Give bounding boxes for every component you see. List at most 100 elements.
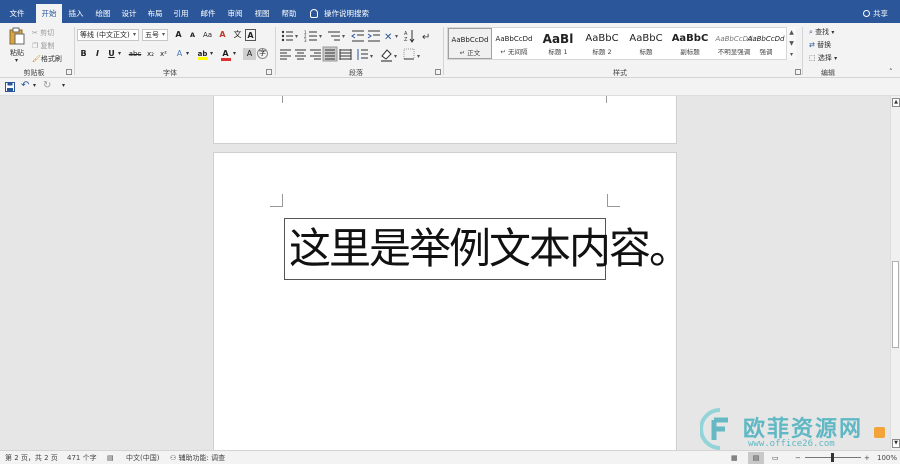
font-launcher-icon[interactable] xyxy=(266,69,272,75)
tab-review[interactable]: 审阅 xyxy=(222,4,248,23)
underline-chevron-icon[interactable]: ▾ xyxy=(118,50,121,57)
style-item-subtitle[interactable]: AaBbC 副标题 xyxy=(668,28,712,59)
scroll-thumb[interactable] xyxy=(892,261,899,348)
tab-view[interactable]: 视图 xyxy=(249,4,275,23)
copy-icon: ❐ xyxy=(32,42,39,50)
zoom-in-icon[interactable]: + xyxy=(864,452,870,464)
highlight-chevron-icon[interactable]: ▾ xyxy=(210,50,213,57)
proofing-icon[interactable]: ▤ xyxy=(107,452,114,464)
justify-icon[interactable] xyxy=(322,46,338,62)
styles-scroll-down-icon[interactable]: ▼ xyxy=(787,38,796,49)
show-marks-icon[interactable]: ↵ xyxy=(422,32,430,43)
decrease-indent-icon[interactable] xyxy=(351,30,364,42)
align-left-icon[interactable] xyxy=(280,49,291,60)
zoom-slider-thumb[interactable] xyxy=(831,453,834,462)
find-button[interactable]: ⌕ 查找 ▾ xyxy=(809,27,834,37)
superscript-button[interactable]: x² xyxy=(157,48,170,60)
tab-help[interactable]: 帮助 xyxy=(276,4,302,23)
zoom-out-icon[interactable]: − xyxy=(795,452,801,464)
customize-qat-icon[interactable]: ▾ xyxy=(62,82,65,89)
margin-mark xyxy=(607,194,620,207)
undo-chevron-icon[interactable]: ▾ xyxy=(33,82,36,89)
text-box[interactable]: 这里是举例文本内容。 xyxy=(284,218,691,280)
underline-button[interactable]: U xyxy=(105,48,118,60)
collapse-ribbon-icon[interactable]: ˄ xyxy=(889,68,893,76)
styles-more-icon[interactable]: ▾ xyxy=(787,49,796,60)
scroll-down-icon[interactable]: ▼ xyxy=(892,439,900,448)
font-name-dropdown[interactable]: 等线 (中文正文) ▾ xyxy=(77,29,139,41)
style-item-title[interactable]: AaBbC 标题 xyxy=(624,28,668,59)
sort-icon[interactable]: AZ xyxy=(404,30,415,43)
style-item-heading-2[interactable]: AaBbC 标题 2 xyxy=(580,28,624,59)
tell-me-search[interactable]: 操作说明搜索 xyxy=(310,4,369,23)
italic-button[interactable]: I xyxy=(91,48,104,60)
paragraph-launcher-icon[interactable] xyxy=(435,69,441,75)
read-mode-icon[interactable]: ▦ xyxy=(731,452,738,464)
chinese-layout-icon[interactable]: ✕ xyxy=(384,32,392,43)
print-layout-icon[interactable]: ▤ xyxy=(748,452,764,464)
line-spacing-icon[interactable] xyxy=(357,49,368,60)
accessibility-status[interactable]: ⚇ 辅助功能: 调查 xyxy=(170,452,225,464)
replace-button[interactable]: ⇄ 替换 xyxy=(809,40,831,50)
align-center-icon[interactable] xyxy=(295,49,306,60)
numbering-icon[interactable]: 1 2 3 xyxy=(304,30,317,43)
tab-draw[interactable]: 绘图 xyxy=(90,4,116,23)
styles-launcher-icon[interactable] xyxy=(795,69,801,75)
font-size-dropdown[interactable]: 五号 ▾ xyxy=(142,29,168,41)
highlight-button[interactable]: ab xyxy=(196,48,209,60)
save-icon[interactable] xyxy=(5,82,15,92)
character-shading-button[interactable]: A xyxy=(243,48,256,60)
font-color-chevron-icon[interactable]: ▾ xyxy=(233,50,236,57)
select-button[interactable]: ⬚ 选择 ▾ xyxy=(809,53,837,63)
subscript-button[interactable]: x₂ xyxy=(144,48,157,60)
phonetic-guide-button[interactable]: 文 xyxy=(231,29,244,41)
shrink-font-button[interactable]: A xyxy=(186,29,199,41)
clipboard-launcher-icon[interactable] xyxy=(66,69,72,75)
share-button[interactable]: 共享 xyxy=(863,4,888,23)
bullets-icon[interactable] xyxy=(281,30,293,42)
cut-button[interactable]: ✂ 剪切 xyxy=(32,28,54,38)
format-painter-button[interactable]: 🖌格式刷 xyxy=(32,54,62,64)
font-color-button[interactable]: A xyxy=(219,48,232,61)
style-item-normal[interactable]: AaBbCcDd ↵ 正文 xyxy=(448,28,492,59)
tab-layout[interactable]: 布局 xyxy=(142,4,168,23)
style-item-no-spacing[interactable]: AaBbCcDd ↵ 无间隔 xyxy=(492,28,536,59)
change-case-button[interactable]: Aa xyxy=(201,29,214,41)
undo-icon[interactable]: ↶ xyxy=(21,80,29,91)
tab-home[interactable]: 开始 xyxy=(36,4,62,23)
paste-button[interactable]: 粘贴 ▾ xyxy=(6,27,28,67)
style-item-heading-1[interactable]: AaBl 标题 1 xyxy=(536,28,580,59)
notification-icon[interactable] xyxy=(874,427,885,438)
tab-design[interactable]: 设计 xyxy=(116,4,142,23)
character-border-button[interactable]: A xyxy=(245,29,256,41)
copy-button[interactable]: ❐ 复制 xyxy=(32,41,55,51)
language[interactable]: 中文(中国) xyxy=(126,452,159,464)
strikethrough-button[interactable]: abc xyxy=(127,48,143,60)
page-count[interactable]: 第 2 页，共 2 页 xyxy=(5,452,58,464)
grow-font-button[interactable]: A xyxy=(172,29,185,41)
zoom-level[interactable]: 100% xyxy=(877,452,897,464)
vertical-scrollbar[interactable]: ▲ ▼ xyxy=(890,96,900,450)
tab-mailings[interactable]: 邮件 xyxy=(195,4,221,23)
clear-formatting-button[interactable]: A xyxy=(216,29,229,41)
style-item-emphasis[interactable]: AaBbCcDd 强调 xyxy=(746,28,786,59)
multilevel-list-icon[interactable] xyxy=(328,31,340,41)
styles-scroll-up-icon[interactable]: ▲ xyxy=(787,27,796,38)
tab-file[interactable]: 文件 xyxy=(4,4,30,23)
tab-insert[interactable]: 插入 xyxy=(63,4,89,23)
text-effects-chevron-icon[interactable]: ▾ xyxy=(186,50,189,57)
text-effects-button[interactable]: A xyxy=(173,48,186,60)
redo-icon[interactable]: ↻ xyxy=(43,80,51,91)
distributed-icon[interactable] xyxy=(339,49,352,60)
tab-references[interactable]: 引用 xyxy=(168,4,194,23)
web-layout-icon[interactable]: ▭ xyxy=(772,452,779,464)
scroll-up-icon[interactable]: ▲ xyxy=(892,98,900,107)
borders-icon[interactable] xyxy=(403,48,415,60)
increase-indent-icon[interactable] xyxy=(367,30,380,42)
paragraph-controls: ▾ 1 2 3 ▾ ▾ ✕ ▾ AZ ↵ ▾ ▾ ▾ xyxy=(280,30,430,62)
bold-button[interactable]: B xyxy=(77,48,90,60)
word-count[interactable]: 471 个字 xyxy=(67,452,97,464)
align-right-icon[interactable] xyxy=(310,49,321,60)
enclose-characters-button[interactable]: 字 xyxy=(257,48,268,59)
shading-icon[interactable] xyxy=(381,49,392,62)
